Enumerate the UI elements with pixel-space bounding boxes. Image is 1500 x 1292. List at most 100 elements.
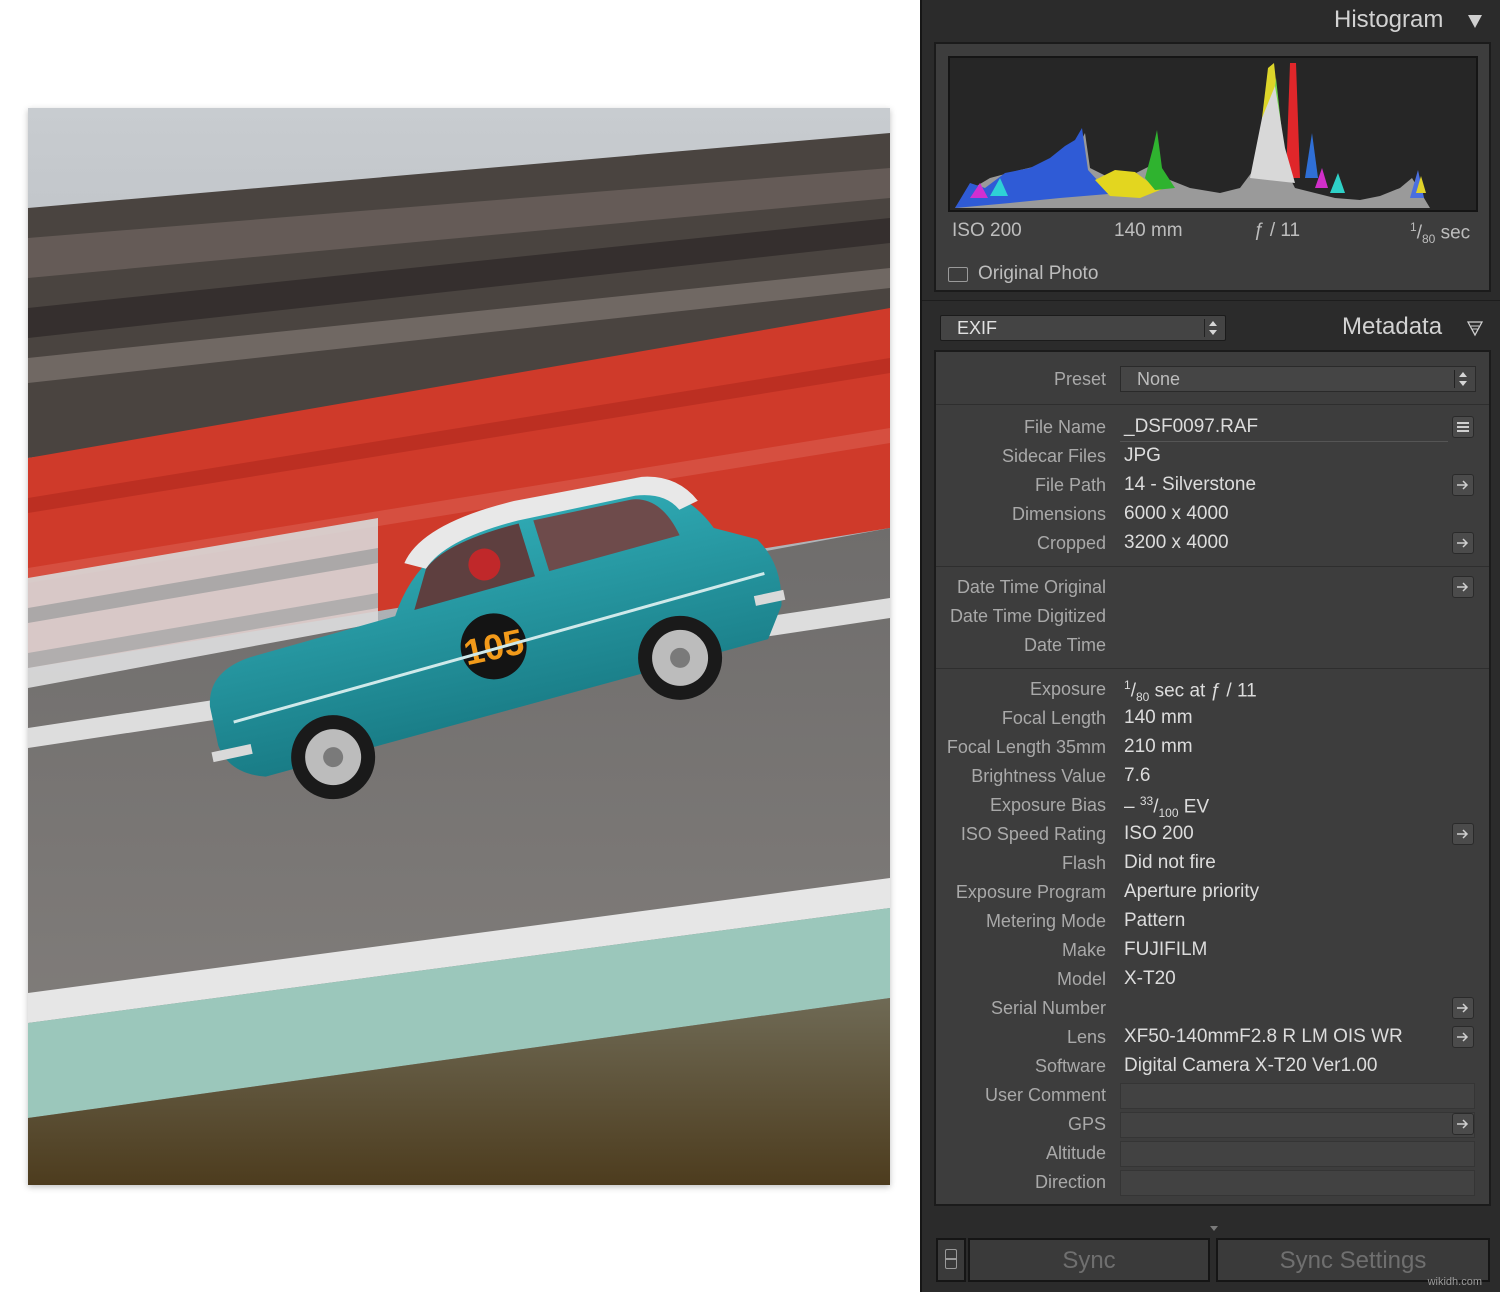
lens-label: Lens [1067,1027,1106,1048]
metadata-header: EXIF Metadata [922,300,1500,351]
file-path-value: 14 - Silverstone [1124,474,1256,496]
flash-value: Did not fire [1124,852,1216,874]
file-name-value: _DSF0097.RAF [1124,416,1258,438]
model-row: Model X-T20 [936,966,1489,995]
date-time-original-row: Date Time Original [936,574,1489,603]
exposure-bias-numerator: 33 [1140,794,1153,808]
bottom-sync-bar: Sync Sync Settings wikidh.com [922,1218,1500,1292]
exposure-bias-label: Exposure Bias [990,795,1106,816]
direction-row: Direction [936,1169,1489,1198]
sidecar-files-value: JPG [1124,445,1161,467]
gps-label: GPS [1068,1114,1106,1135]
file-path-label: File Path [1035,475,1106,496]
exposure-bias-denominator: 100 [1159,806,1179,820]
direction-label: Direction [1035,1172,1106,1193]
select-stepper-icon [1204,319,1221,337]
crop-arrow-icon[interactable] [1452,532,1474,554]
exposure-bias-value: – 33/100 EV [1124,794,1209,820]
brightness-value-label: Brightness Value [971,766,1106,787]
exposure-program-row: Exposure Program Aperture priority [936,879,1489,908]
altitude-field[interactable] [1120,1141,1475,1167]
cropped-value: 3200 x 4000 [1124,532,1229,554]
gps-arrow-icon[interactable] [1452,1113,1474,1135]
exposure-row: Exposure 1/80 sec at ƒ / 11 [936,676,1489,705]
sidecar-files-row: Sidecar Files JPG [936,443,1489,472]
focal-length-35mm-label: Focal Length 35mm [947,737,1106,758]
exposure-program-label: Exposure Program [956,882,1106,903]
flash-row: Flash Did not fire [936,850,1489,879]
exposure-numerator: 1 [1124,678,1131,692]
make-value: FUJIFILM [1124,939,1207,961]
focal-length-value: 140 mm [1124,707,1193,729]
exposure-bias-row: Exposure Bias – 33/100 EV [936,792,1489,821]
preset-select[interactable]: None [1120,366,1476,392]
race-car-photo[interactable]: 105 [28,108,890,1185]
histogram-panel: ISO 200 140 mm ƒ / 11 1/80 sec Original … [934,42,1491,292]
exposure-bias-unit: EV [1179,796,1210,817]
original-photo-checkbox[interactable] [948,267,968,282]
shutter-numerator: 1 [1410,220,1417,234]
auto-sync-toggle[interactable] [936,1238,966,1282]
metadata-title[interactable]: Metadata [1342,313,1442,341]
metering-mode-label: Metering Mode [986,911,1106,932]
exposure-bias-prefix: – [1124,796,1140,817]
iso-arrow-icon[interactable] [1452,823,1474,845]
altitude-label: Altitude [1046,1143,1106,1164]
exposure-program-value: Aperture priority [1124,881,1259,903]
iso-speed-rating-value: ISO 200 [1124,823,1194,845]
histogram-collapse-icon[interactable] [1468,15,1482,28]
histogram-title[interactable]: Histogram [1334,6,1443,34]
file-path-row: File Path 14 - Silverstone [936,472,1489,501]
date-arrow-icon[interactable] [1452,576,1474,598]
shutter-unit: sec [1441,222,1471,243]
exposure-label: Exposure [1030,679,1106,700]
exposure-value: 1/80 sec at ƒ / 11 [1124,678,1257,704]
user-comment-row: User Comment [936,1082,1489,1111]
direction-field[interactable] [1120,1170,1475,1196]
gps-row: GPS [936,1111,1489,1140]
histogram-focal-length: 140 mm [1114,220,1183,242]
software-row: Software Digital Camera X-T20 Ver1.00 [936,1053,1489,1082]
divider [936,566,1489,567]
go-to-folder-arrow-icon[interactable] [1452,474,1474,496]
flash-label: Flash [1062,853,1106,874]
date-time-original-label: Date Time Original [957,577,1106,598]
panel-end-marker-icon [1210,1226,1218,1231]
histogram-graph[interactable] [948,56,1478,212]
exposure-denominator: 80 [1136,690,1149,704]
photo-canvas-area: 105 [0,0,920,1292]
lens-arrow-icon[interactable] [1452,1026,1474,1048]
software-value: Digital Camera X-T20 Ver1.00 [1124,1055,1377,1077]
cropped-label: Cropped [1037,533,1106,554]
histogram-shutter: 1/80 sec [1410,220,1470,246]
histogram-chart [950,58,1476,210]
software-label: Software [1035,1056,1106,1077]
iso-speed-rating-row: ISO Speed Rating ISO 200 [936,821,1489,850]
select-stepper-icon [1454,370,1471,388]
dimensions-value: 6000 x 4000 [1124,503,1229,525]
preset-value: None [1137,369,1180,389]
make-label: Make [1062,940,1106,961]
dimensions-label: Dimensions [1012,504,1106,525]
file-name-label: File Name [1024,417,1106,438]
original-photo-toggle[interactable]: Original Photo [948,262,1098,286]
sync-button[interactable]: Sync [968,1238,1210,1282]
metadata-collapse-icon[interactable] [1467,321,1483,337]
iso-speed-rating-label: ISO Speed Rating [961,824,1106,845]
altitude-row: Altitude [936,1140,1489,1169]
preset-label: Preset [1054,369,1106,390]
cropped-row: Cropped 3200 x 4000 [936,530,1489,559]
watermark: wikidh.com [1428,1276,1482,1288]
original-photo-label: Original Photo [978,263,1098,285]
lens-value: XF50-140mmF2.8 R LM OIS WR [1124,1026,1403,1048]
sidecar-files-label: Sidecar Files [1002,446,1106,467]
user-comment-field[interactable] [1120,1083,1475,1109]
serial-arrow-icon[interactable] [1452,997,1474,1019]
histogram-iso: ISO 200 [952,220,1022,242]
histogram-aperture: ƒ / 11 [1254,220,1300,242]
metering-mode-row: Metering Mode Pattern [936,908,1489,937]
list-icon[interactable] [1452,416,1474,438]
metadata-view-select[interactable]: EXIF [940,315,1226,341]
model-label: Model [1057,969,1106,990]
gps-field[interactable] [1120,1112,1475,1138]
